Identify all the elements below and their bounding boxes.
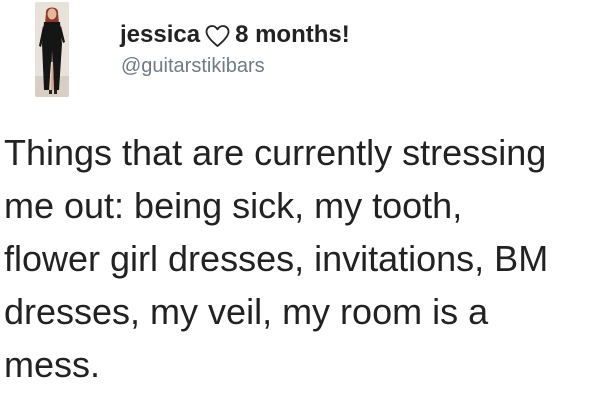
avatar-photo [35, 2, 69, 97]
heart-outline-icon [204, 24, 231, 48]
name-suffix: 8 months! [235, 21, 350, 48]
user-handle[interactable]: @guitarstikibars [121, 54, 265, 78]
tweet-text: Things that are currently stressing me o… [4, 132, 549, 385]
tweet-card: jessica 8 months! @guitarstikibars Thing… [0, 0, 594, 407]
display-name: jessica [120, 21, 201, 48]
avatar[interactable] [35, 2, 69, 97]
author-name[interactable]: jessica 8 months! [120, 21, 350, 49]
